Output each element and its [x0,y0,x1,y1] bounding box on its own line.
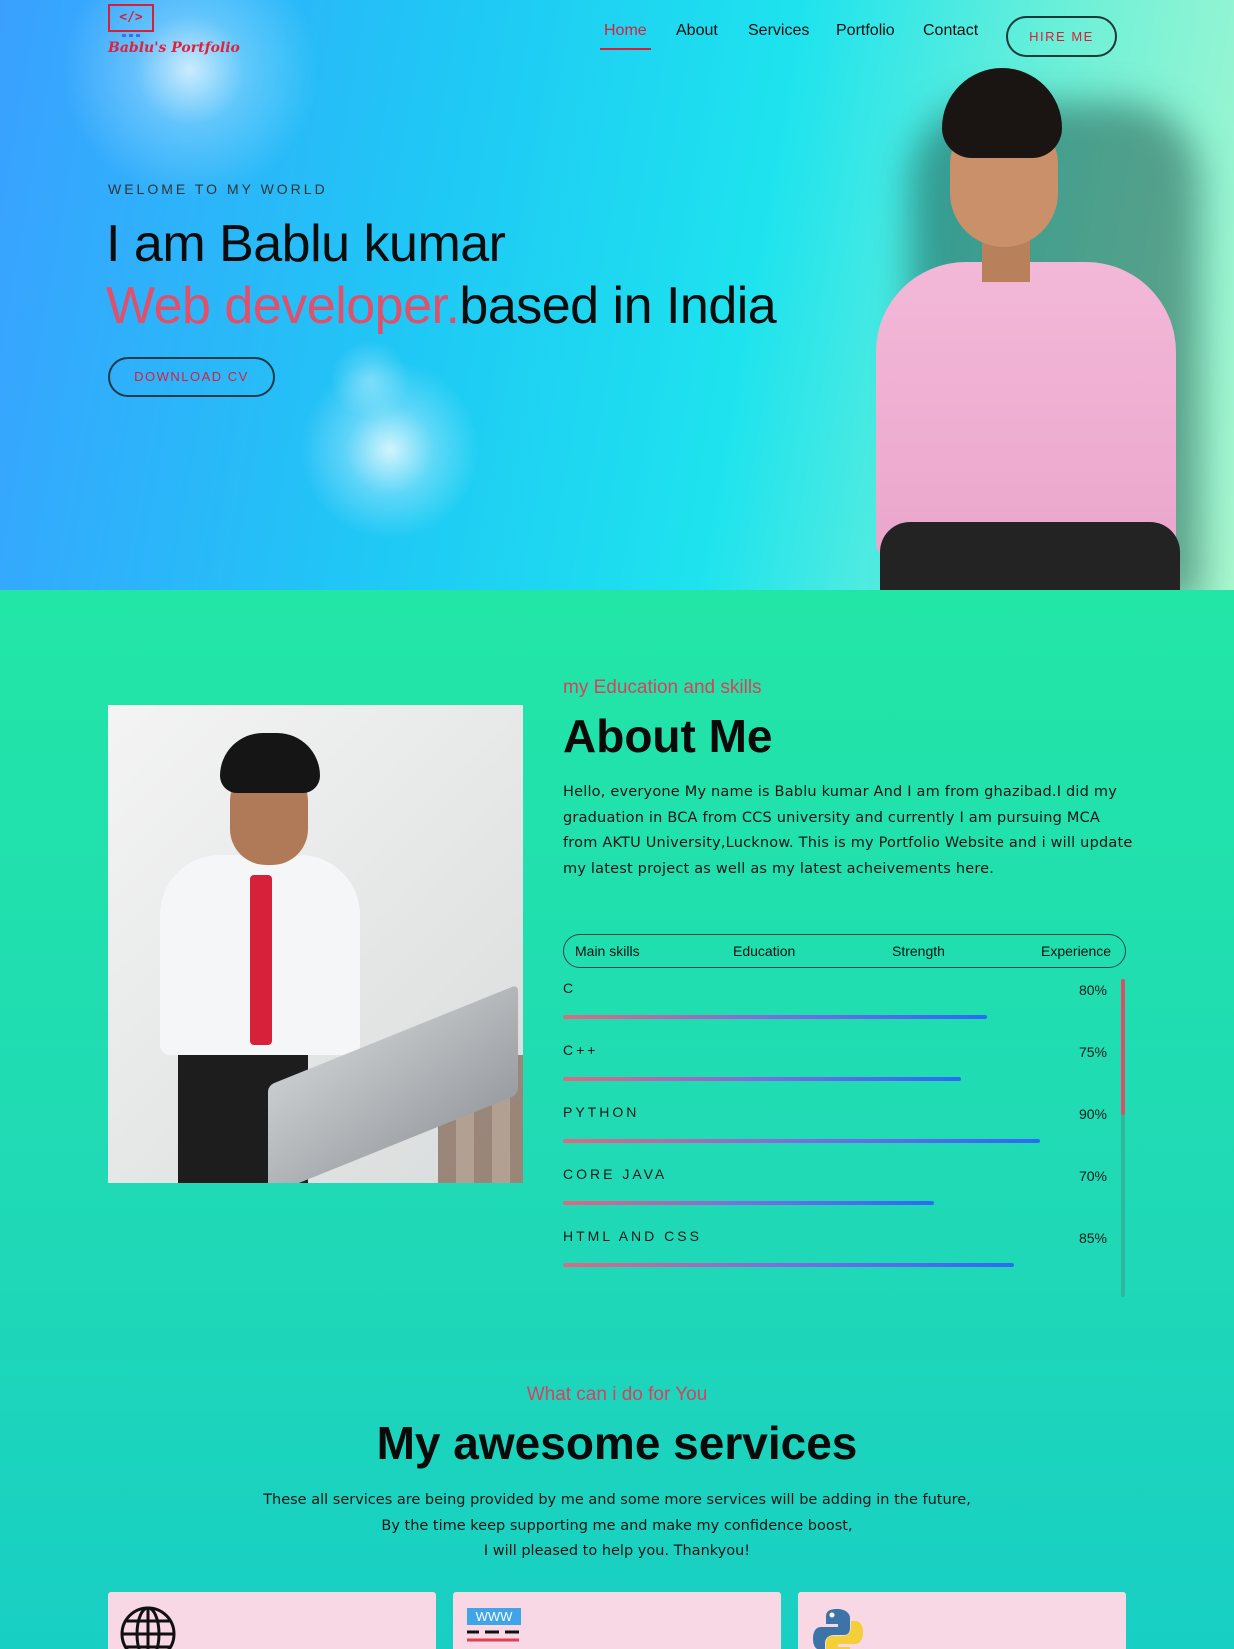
hero-portrait-image [870,62,1200,590]
skill-name: PYTHON [563,1104,640,1120]
skill-row: C 80% [563,980,1107,1042]
skill-row: PYTHON 90% [563,1104,1107,1166]
nav-item-portfolio[interactable]: Portfolio [836,22,895,40]
skills-scrollbar-thumb[interactable] [1121,979,1125,1115]
hero-subheadline: Web developer.based in India [106,276,777,336]
nav-item-home[interactable]: Home [600,22,651,50]
skill-percent: 90% [1078,1106,1107,1122]
welcome-text: WELOME TO MY WORLD [108,181,328,197]
skill-progress-bar [563,1263,1014,1267]
services-text-line: I will pleased to help you. Thankyou! [483,1543,751,1559]
skill-progress-bar [563,1015,987,1019]
lens-flare [330,340,410,420]
service-card-web[interactable] [108,1592,436,1649]
about-title: About Me [563,710,773,762]
www-icon: WWW [467,1608,521,1642]
nav-item-about[interactable]: About [676,22,718,40]
hero-location: based in India [459,277,777,335]
skill-row: CORE JAVA 70% [563,1166,1107,1228]
services-description: These all services are being provided by… [0,1488,1234,1565]
www-icon-text: WWW [476,1609,514,1624]
skill-percent: 70% [1078,1168,1107,1184]
skills-list: C 80% C++ 75% PYTHON 90% CORE JAVA 70% H… [563,980,1126,1300]
about-photo [108,705,523,1183]
skill-name: C [563,980,577,996]
services-title: My awesome services [376,1417,858,1469]
hire-me-button[interactable]: HIRE ME [1006,16,1117,57]
tab-main-skills[interactable]: Main skills [575,943,640,959]
python-icon [813,1609,863,1649]
tab-experience[interactable]: Experience [1041,943,1111,959]
tab-education[interactable]: Education [733,943,795,959]
skill-percent: 85% [1078,1230,1107,1246]
logo-text: Bablu's Portfolio [108,40,240,56]
skill-row: HTML AND CSS 85% [563,1228,1107,1290]
skill-row: C++ 75% [563,1042,1107,1104]
skill-name: CORE JAVA [563,1166,668,1182]
hero-section: </> Bablu's Portfolio Home About Service… [0,0,1234,590]
skill-progress-bar [563,1201,934,1205]
nav-item-contact[interactable]: Contact [923,22,978,40]
about-description: Hello, everyone My name is Bablu kumar A… [563,784,1133,877]
skill-percent: 80% [1078,982,1107,998]
code-icon: </> [108,4,154,32]
tab-strength[interactable]: Strength [892,943,945,959]
skill-name: C++ [563,1042,599,1058]
globe-icon [120,1606,176,1649]
skill-progress-bar [563,1139,1040,1143]
about-subtitle: my Education and skills [563,677,762,698]
hero-headline: I am Bablu kumar [106,215,506,273]
skill-name: HTML AND CSS [563,1228,702,1244]
service-card-www[interactable]: WWW [453,1592,781,1649]
services-text-line: By the time keep supporting me and make … [381,1517,853,1534]
service-card-python[interactable] [798,1592,1126,1649]
site-logo[interactable]: </> Bablu's Portfolio [108,4,240,60]
download-cv-button[interactable]: DOWNLOAD CV [108,357,275,397]
skill-progress-bar [563,1077,961,1081]
services-text-line: These all services are being provided by… [263,1492,971,1508]
skill-percent: 75% [1078,1044,1107,1060]
hero-role: Web developer. [106,277,460,335]
services-subtitle: What can i do for You [526,1384,708,1405]
nav-item-services[interactable]: Services [748,22,809,40]
logo-dots [122,34,142,37]
skills-tabs: Main skills Education Strength Experienc… [563,934,1126,968]
